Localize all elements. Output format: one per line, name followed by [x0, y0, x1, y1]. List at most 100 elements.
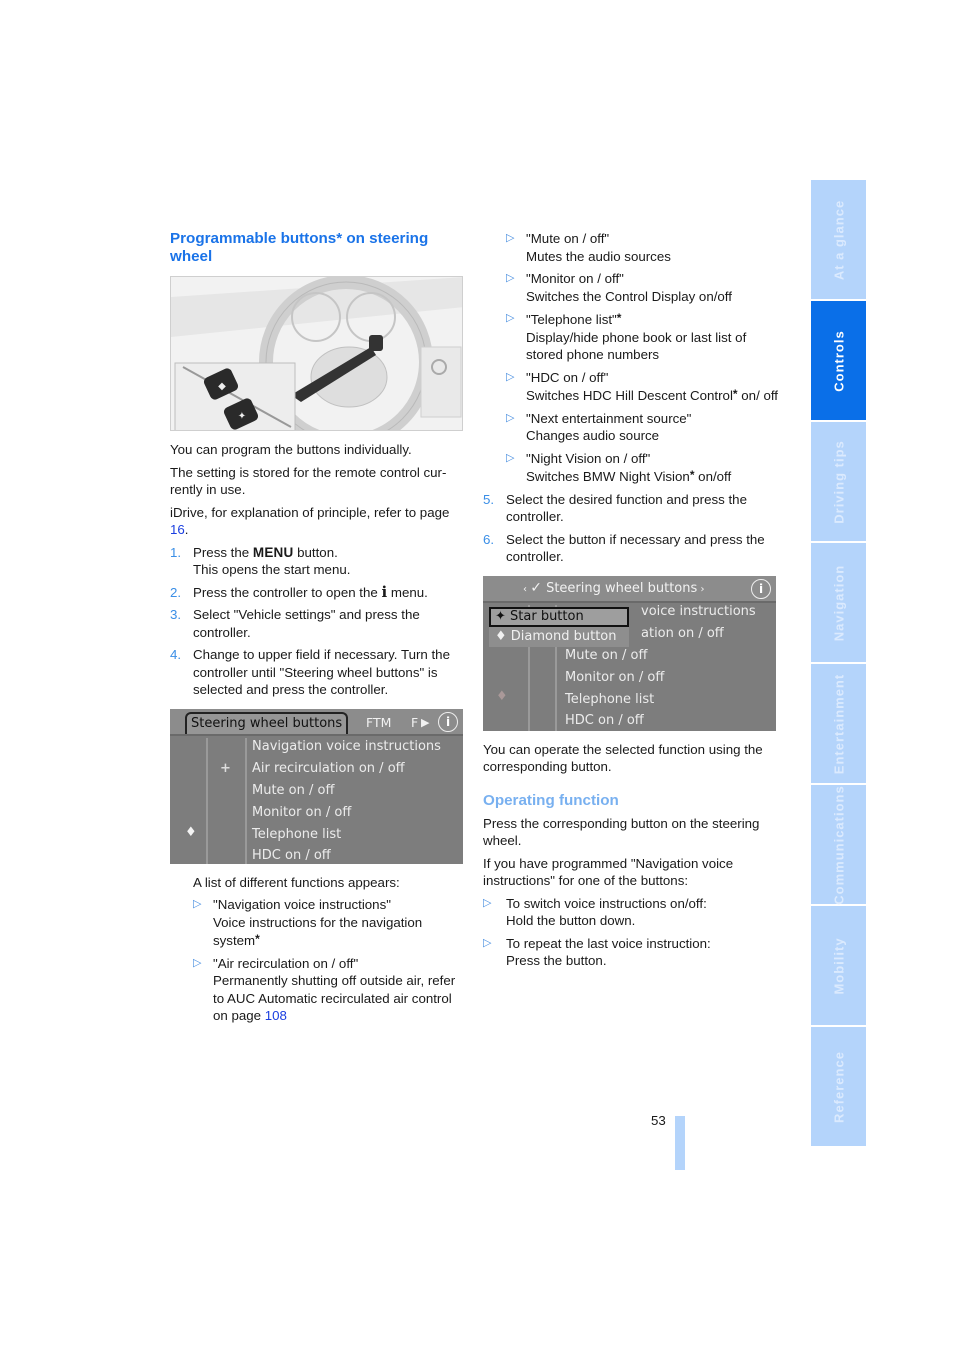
- step-text: Select the desired function and press th…: [506, 491, 747, 525]
- screen-list-item[interactable]: Monitor on / off: [565, 669, 664, 687]
- screen-list-item[interactable]: Mute on / off: [252, 782, 334, 800]
- page-marker-bar: [675, 1116, 685, 1170]
- chapter-tab-controls[interactable]: Controls: [811, 301, 866, 420]
- screen-list-item[interactable]: Monitor on / off: [252, 804, 351, 822]
- screen-title: ‹ ✓ Steering wheel buttons ›: [523, 580, 704, 599]
- chapter-tab-label: Reference: [830, 1050, 846, 1123]
- operating-item-text: To switch voice instructions on/off:: [506, 895, 707, 911]
- chapter-tab-entertainment[interactable]: Entertainment: [811, 664, 866, 783]
- idrive-screen-button-assignment: ‹ ✓ Steering wheel buttons › i ♦ voice i…: [483, 575, 776, 731]
- info-icon[interactable]: i: [438, 711, 458, 732]
- function-item: ▷ "Navigation voice instructions" Voice …: [193, 896, 465, 950]
- right-column: ▷ "Mute on / off" Mutes the audio source…: [483, 230, 778, 975]
- operating-item-text: Hold the button down.: [506, 913, 636, 928]
- optional-equipment-star: *: [255, 932, 260, 946]
- screen-list-item[interactable]: Air recirculation on / off: [252, 760, 405, 778]
- functions-list: ▷ "Navigation voice instructions" Voice …: [193, 896, 465, 1025]
- chapter-tab-reference[interactable]: Reference: [811, 1027, 866, 1146]
- check-car-icon: ✓: [530, 579, 542, 596]
- function-desc: on/ off: [737, 388, 778, 403]
- menu-button-icon: MENU: [252, 544, 294, 560]
- function-item: ▷ "Telephone list"* Display/hide phone b…: [506, 310, 778, 364]
- screen-list-item[interactable]: Telephone list: [565, 691, 654, 709]
- diamond-button-icon: ♦: [185, 824, 197, 840]
- star-button-option[interactable]: ✦ Star button: [489, 606, 629, 627]
- tab-steering-wheel-buttons[interactable]: Steering wheel buttons: [185, 711, 349, 734]
- function-name: "Navigation voice instructions": [213, 897, 391, 912]
- chapter-tab-driving-tips[interactable]: Driving tips: [811, 422, 866, 541]
- operating-item-text: To repeat the last voice instruction:: [506, 935, 711, 951]
- screen-list-item[interactable]: HDC on / off: [252, 847, 331, 864]
- step-number: 6.: [483, 531, 495, 547]
- operating-item: ▷ To repeat the last voice instruction: …: [483, 935, 778, 970]
- screen-list-item[interactable]: ation on / off: [641, 625, 724, 643]
- screen-list-item[interactable]: Navigation voice instructions: [252, 738, 441, 756]
- steering-wheel-illustration: ◆ ✦: [170, 276, 463, 431]
- triangle-bullet-icon: ▷: [506, 232, 515, 244]
- triangle-bullet-icon: ▷: [506, 272, 515, 284]
- step-item: 1. Press the MENU button. This opens the…: [170, 544, 465, 579]
- triangle-bullet-icon: ▷: [506, 312, 515, 324]
- steering-wheel-drawing: ◆ ✦: [171, 277, 462, 430]
- right-arrow-icon[interactable]: ›: [697, 584, 704, 595]
- function-desc: Mutes the audio sources: [526, 248, 671, 264]
- list-intro: A list of different functions appears:: [193, 874, 400, 890]
- function-name: "Night Vision on / off": [526, 450, 651, 466]
- function-desc: Changes audio source: [526, 428, 660, 443]
- period: .: [184, 522, 189, 537]
- screen-list-item[interactable]: Telephone list: [252, 826, 341, 844]
- step-text: Select the button if necessary and press…: [506, 531, 765, 565]
- chapter-tab-mobility[interactable]: Mobility: [811, 906, 866, 1025]
- steps-list: 1. Press the MENU button. This opens the…: [170, 544, 465, 699]
- operating-list: ▷ To switch voice instructions on/off: H…: [483, 895, 778, 970]
- page-link-108[interactable]: 108: [265, 1008, 287, 1023]
- triangle-bullet-icon: ▷: [506, 370, 515, 383]
- function-name: "Air recirculation on / off": [213, 955, 359, 971]
- tab-ftm[interactable]: FTM: [366, 714, 391, 732]
- function-name: "Mute on / off": [526, 231, 610, 246]
- screen-list-item[interactable]: Mute on / off: [565, 647, 647, 665]
- step-item: 2. Press the controller to open the i me…: [170, 583, 465, 602]
- function-name: "Next entertainment source": [526, 410, 692, 426]
- screen-list-item[interactable]: HDC on / off: [565, 712, 644, 730]
- step-number: 2.: [170, 584, 182, 600]
- divider: [245, 737, 247, 864]
- svg-text:◆: ◆: [218, 381, 226, 392]
- step-text: This opens the start menu.: [193, 562, 351, 577]
- page-link-16[interactable]: 16: [170, 522, 185, 537]
- chapter-tab-at-a-glance[interactable]: At a glance: [811, 180, 866, 299]
- function-item: ▷ "HDC on / off" Switches HDC Hill Desce…: [506, 369, 778, 405]
- section-heading: Programmable buttons* on steering wheel: [170, 230, 429, 265]
- tab-f[interactable]: F: [411, 714, 418, 732]
- chapter-tab-label: Mobility: [830, 936, 846, 995]
- step-number: 4.: [170, 647, 182, 662]
- step-number: 5.: [483, 491, 495, 507]
- triangle-bullet-icon: ▷: [193, 956, 202, 969]
- function-item: ▷ "Mute on / off" Mutes the audio source…: [506, 230, 778, 265]
- step-text: Change to upper field if necessary. Turn…: [193, 647, 450, 697]
- tab-scroll-arrow-icon[interactable]: ▶: [421, 714, 429, 732]
- screen-title-text: Steering wheel buttons: [546, 580, 698, 596]
- function-desc: Switches BMW Night Vision: [526, 469, 690, 484]
- step-number: 3.: [170, 607, 182, 622]
- chapter-tab-navigation[interactable]: Navigation: [811, 543, 866, 662]
- screen-list-item[interactable]: voice instructions: [641, 603, 756, 621]
- operating-paragraph: If you have programmed "Navigation voice…: [483, 855, 734, 889]
- step-text: Press the controller to open the: [193, 584, 382, 600]
- diamond-button-option[interactable]: ♦ Diamond button: [489, 626, 629, 647]
- intro-paragraph: The setting is stored for the remote con…: [170, 464, 447, 498]
- function-name: "Telephone list": [526, 312, 617, 327]
- function-desc: Voice instructions for the navigation sy…: [213, 914, 423, 949]
- chapter-tab-communications[interactable]: Communications: [811, 785, 866, 904]
- diamond-button-icon: ♦: [496, 688, 508, 704]
- step-text: Select "Vehicle settings" and press the …: [193, 607, 420, 640]
- optional-equipment-star: *: [616, 311, 622, 325]
- function-name: "Monitor on / off": [526, 271, 624, 286]
- idrive-reference: iDrive, for explanation of principle, re…: [170, 504, 465, 539]
- functions-list-continued: ▷ "Mute on / off" Mutes the audio source…: [506, 230, 778, 486]
- idrive-reference-text: iDrive, for explanation of principle, re…: [170, 504, 450, 520]
- idrive-screen-steering-wheel-buttons: Steering wheel buttons FTM F ▶ i + ♦ Nav…: [170, 708, 463, 864]
- step-item: 6. Select the button if necessary and pr…: [483, 531, 778, 566]
- chapter-tab-label: Communications: [830, 784, 846, 905]
- info-icon[interactable]: i: [751, 578, 771, 599]
